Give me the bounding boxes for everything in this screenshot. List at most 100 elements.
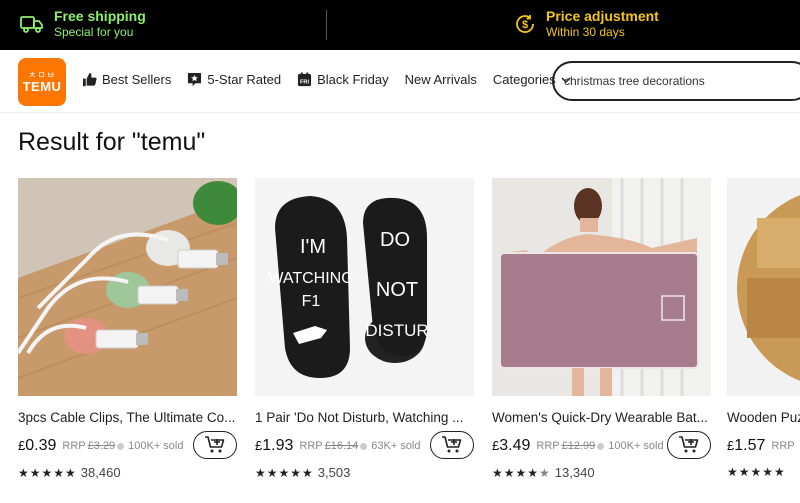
star-rating-icon: ★★★★★: [255, 465, 314, 480]
rating-row: ★★★★★ 13,340: [492, 465, 711, 480]
wooden-puzzle-image: [727, 178, 800, 396]
product-card[interactable]: Wooden Puz £1.57 RRP ★★★★★: [727, 178, 800, 479]
calendar-fri-icon: FRI: [298, 72, 312, 87]
site-header: ㅊㅁㅂ TEMU Best Sellers 5-Star Rated FRI B…: [0, 50, 800, 113]
socks-image: I'M WATCHING F1 DO NOT DISTUR: [255, 178, 474, 396]
add-to-cart-button[interactable]: [193, 431, 237, 459]
product-image[interactable]: [492, 178, 711, 396]
price-row: £3.49 RRP £12.99 100K+ sold: [492, 431, 711, 459]
price-row: £1.93 RRP £16.14 63K+ sold: [255, 431, 474, 459]
cart-add-icon: [679, 436, 699, 453]
sock-text: DO: [380, 229, 410, 251]
rrp-value: £3.29: [87, 440, 116, 452]
cart-add-icon: [205, 436, 225, 453]
main-nav: Best Sellers 5-Star Rated FRI Black Frid…: [82, 72, 587, 87]
nav-label: Best Sellers: [102, 72, 172, 87]
temu-logo[interactable]: ㅊㅁㅂ TEMU: [18, 58, 66, 106]
product-price: £0.39: [18, 437, 56, 455]
sock-text: F1: [302, 293, 321, 310]
rating-row: ★★★★★ 3,503: [255, 465, 474, 480]
price-adjustment-subtitle: Within 30 days: [546, 25, 625, 39]
search-input[interactable]: [564, 74, 794, 88]
nav-label: 5-Star Rated: [207, 72, 282, 87]
rrp-label: RRP: [771, 440, 795, 452]
add-to-cart-button[interactable]: [667, 431, 711, 459]
sold-count: 63K+ sold: [371, 440, 421, 452]
svg-text:FRI: FRI: [300, 80, 309, 86]
sold-count: 100K+ sold: [128, 440, 184, 452]
product-image[interactable]: [18, 178, 237, 396]
product-grid: 3pcs Cable Clips, The Ultimate Co... £0.…: [18, 178, 800, 503]
promo-bar: Free shipping Special for you $ Price ad…: [0, 0, 800, 50]
dollar-refresh-icon: $: [516, 15, 534, 33]
nav-label: Black Friday: [317, 72, 389, 87]
rrp-label: RRP: [299, 440, 323, 452]
cart-add-icon: [442, 436, 462, 453]
add-to-cart-button[interactable]: [430, 431, 474, 459]
rrp: RRP £3.29: [62, 440, 125, 452]
search-box[interactable]: [552, 61, 800, 101]
nav-new-arrivals[interactable]: New Arrivals: [405, 72, 477, 87]
star-rating-icon: ★★★★★: [18, 465, 77, 480]
rating-row: ★★★★★ 38,460: [18, 465, 237, 480]
rrp: RRP £16.14: [299, 440, 368, 452]
review-count: 38,460: [80, 465, 121, 480]
price-value: 1.57: [734, 437, 766, 454]
product-price: £3.49: [492, 437, 530, 455]
rating-row: ★★★★★: [727, 465, 800, 479]
info-dot-icon: [117, 442, 125, 450]
price-adjustment-banner[interactable]: $ Price adjustment Within 30 days: [514, 8, 659, 40]
info-dot-icon: [360, 442, 368, 450]
price-value: 1.93: [262, 437, 294, 454]
product-title[interactable]: Wooden Puz: [727, 410, 800, 425]
logo-word: TEMU: [22, 79, 62, 94]
free-shipping-title: Free shipping: [54, 8, 146, 24]
sock-text: NOT: [376, 279, 418, 301]
price-row: £0.39 RRP £3.29 100K+ sold: [18, 431, 237, 459]
price-row: £1.57 RRP: [727, 433, 800, 459]
product-image[interactable]: I'M WATCHING F1 DO NOT DISTUR: [255, 178, 474, 396]
cable-clips-image: [18, 178, 237, 396]
product-card[interactable]: I'M WATCHING F1 DO NOT DISTUR 1 Pair 'Do…: [255, 178, 474, 480]
info-dot-icon: [597, 442, 605, 450]
sock-text: DISTUR: [365, 321, 428, 340]
review-count: 13,340: [554, 465, 595, 480]
nav-best-sellers[interactable]: Best Sellers: [82, 72, 171, 87]
star-rating-icon: ★★★★★: [492, 465, 551, 480]
svg-text:$: $: [522, 19, 528, 31]
product-title[interactable]: Women's Quick-Dry Wearable Bat...: [492, 410, 711, 425]
sock-text: WATCHING: [268, 270, 353, 287]
price-adjustment-title: Price adjustment: [546, 8, 659, 24]
rrp: RRP: [771, 440, 794, 452]
towel-wrap-image: [492, 178, 711, 396]
rrp-label: RRP: [536, 440, 560, 452]
free-shipping-banner[interactable]: Free shipping Special for you: [20, 8, 146, 40]
rrp-value: £16.14: [324, 440, 359, 452]
price-value: 3.49: [499, 437, 531, 454]
rrp-value: £12.99: [561, 440, 596, 452]
promo-divider: [326, 10, 327, 40]
free-shipping-subtitle: Special for you: [54, 25, 134, 39]
review-count: 3,503: [317, 465, 351, 480]
nav-black-friday[interactable]: FRI Black Friday: [297, 72, 389, 87]
truck-icon: [20, 16, 43, 33]
star-rating-icon: ★★★★★: [727, 465, 786, 479]
product-image[interactable]: [727, 178, 800, 396]
price-value: 0.39: [25, 437, 57, 454]
nav-5-star-rated[interactable]: 5-Star Rated: [187, 72, 281, 87]
product-price: £1.93: [255, 437, 293, 455]
product-price: £1.57: [727, 437, 765, 455]
product-card[interactable]: Women's Quick-Dry Wearable Bat... £3.49 …: [492, 178, 711, 480]
rrp-label: RRP: [62, 440, 86, 452]
rrp: RRP £12.99: [536, 440, 605, 452]
product-title[interactable]: 1 Pair 'Do Not Disturb, Watching ...: [255, 410, 474, 425]
product-title[interactable]: 3pcs Cable Clips, The Ultimate Co...: [18, 410, 237, 425]
page-title: Result for "temu": [18, 128, 206, 156]
sold-count: 100K+ sold: [608, 440, 664, 452]
product-card[interactable]: 3pcs Cable Clips, The Ultimate Co... £0.…: [18, 178, 237, 480]
nav-label: New Arrivals: [404, 72, 477, 87]
star-badge-icon: [188, 72, 202, 87]
nav-label: Categories: [492, 72, 556, 87]
thumbs-up-icon: [82, 72, 97, 87]
sock-text: I'M: [300, 236, 326, 258]
